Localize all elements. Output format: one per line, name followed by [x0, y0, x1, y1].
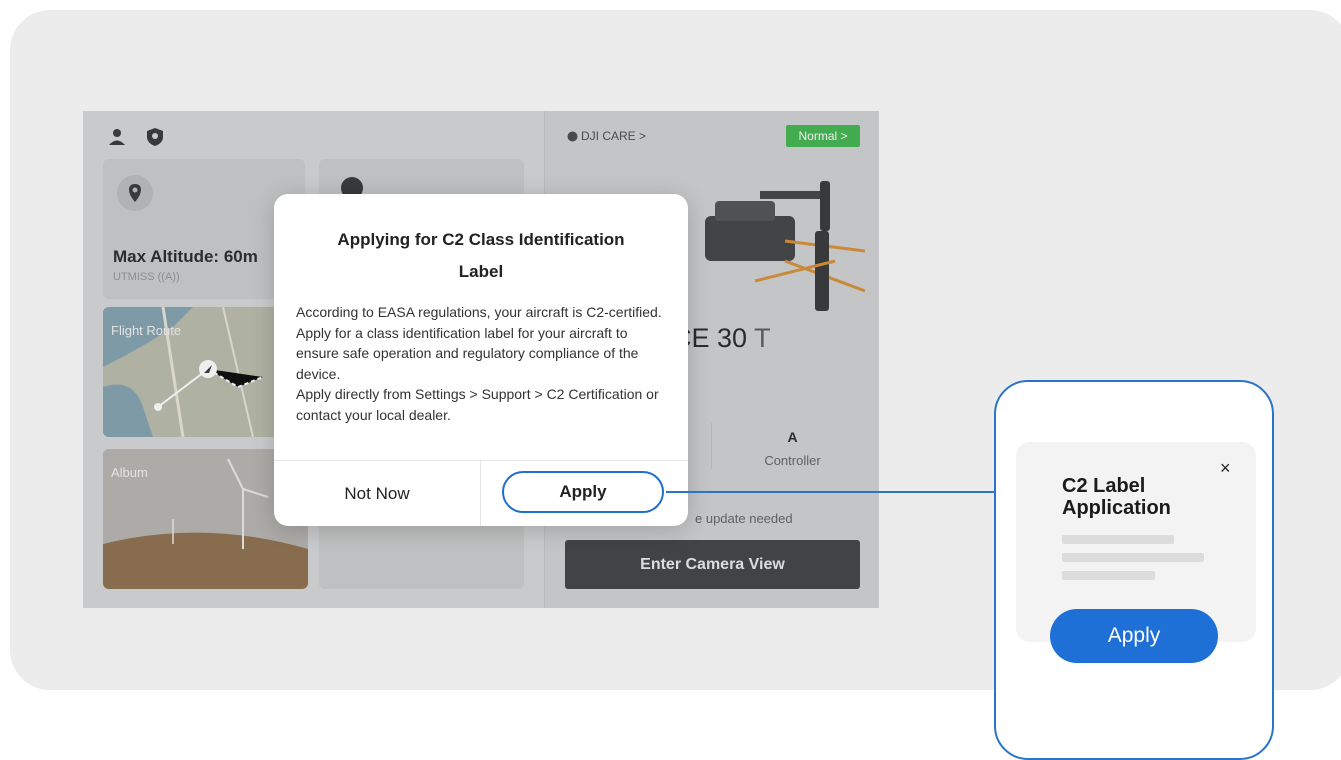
not-now-button[interactable]: Not Now	[274, 461, 480, 526]
dialog-body-paragraph-2: Apply directly from Settings > Support >…	[296, 386, 659, 423]
close-icon[interactable]: ×	[1220, 458, 1231, 479]
callout-title: C2 Label Application	[1062, 475, 1171, 519]
dialog-body: According to EASA regulations, your airc…	[296, 302, 668, 426]
placeholder-line	[1062, 553, 1204, 562]
dialog-button-divider	[480, 460, 481, 526]
placeholder-line	[1062, 535, 1174, 544]
apply-button[interactable]: Apply	[502, 471, 664, 513]
c2-label-dialog: Applying for C2 Class Identification Lab…	[274, 194, 688, 526]
dialog-title: Applying for C2 Class Identification Lab…	[337, 230, 625, 281]
callout-apply-button[interactable]: Apply	[1050, 609, 1218, 663]
placeholder-line	[1062, 571, 1155, 580]
callout-connector	[666, 491, 996, 493]
dialog-body-paragraph-1: According to EASA regulations, your airc…	[296, 304, 662, 382]
